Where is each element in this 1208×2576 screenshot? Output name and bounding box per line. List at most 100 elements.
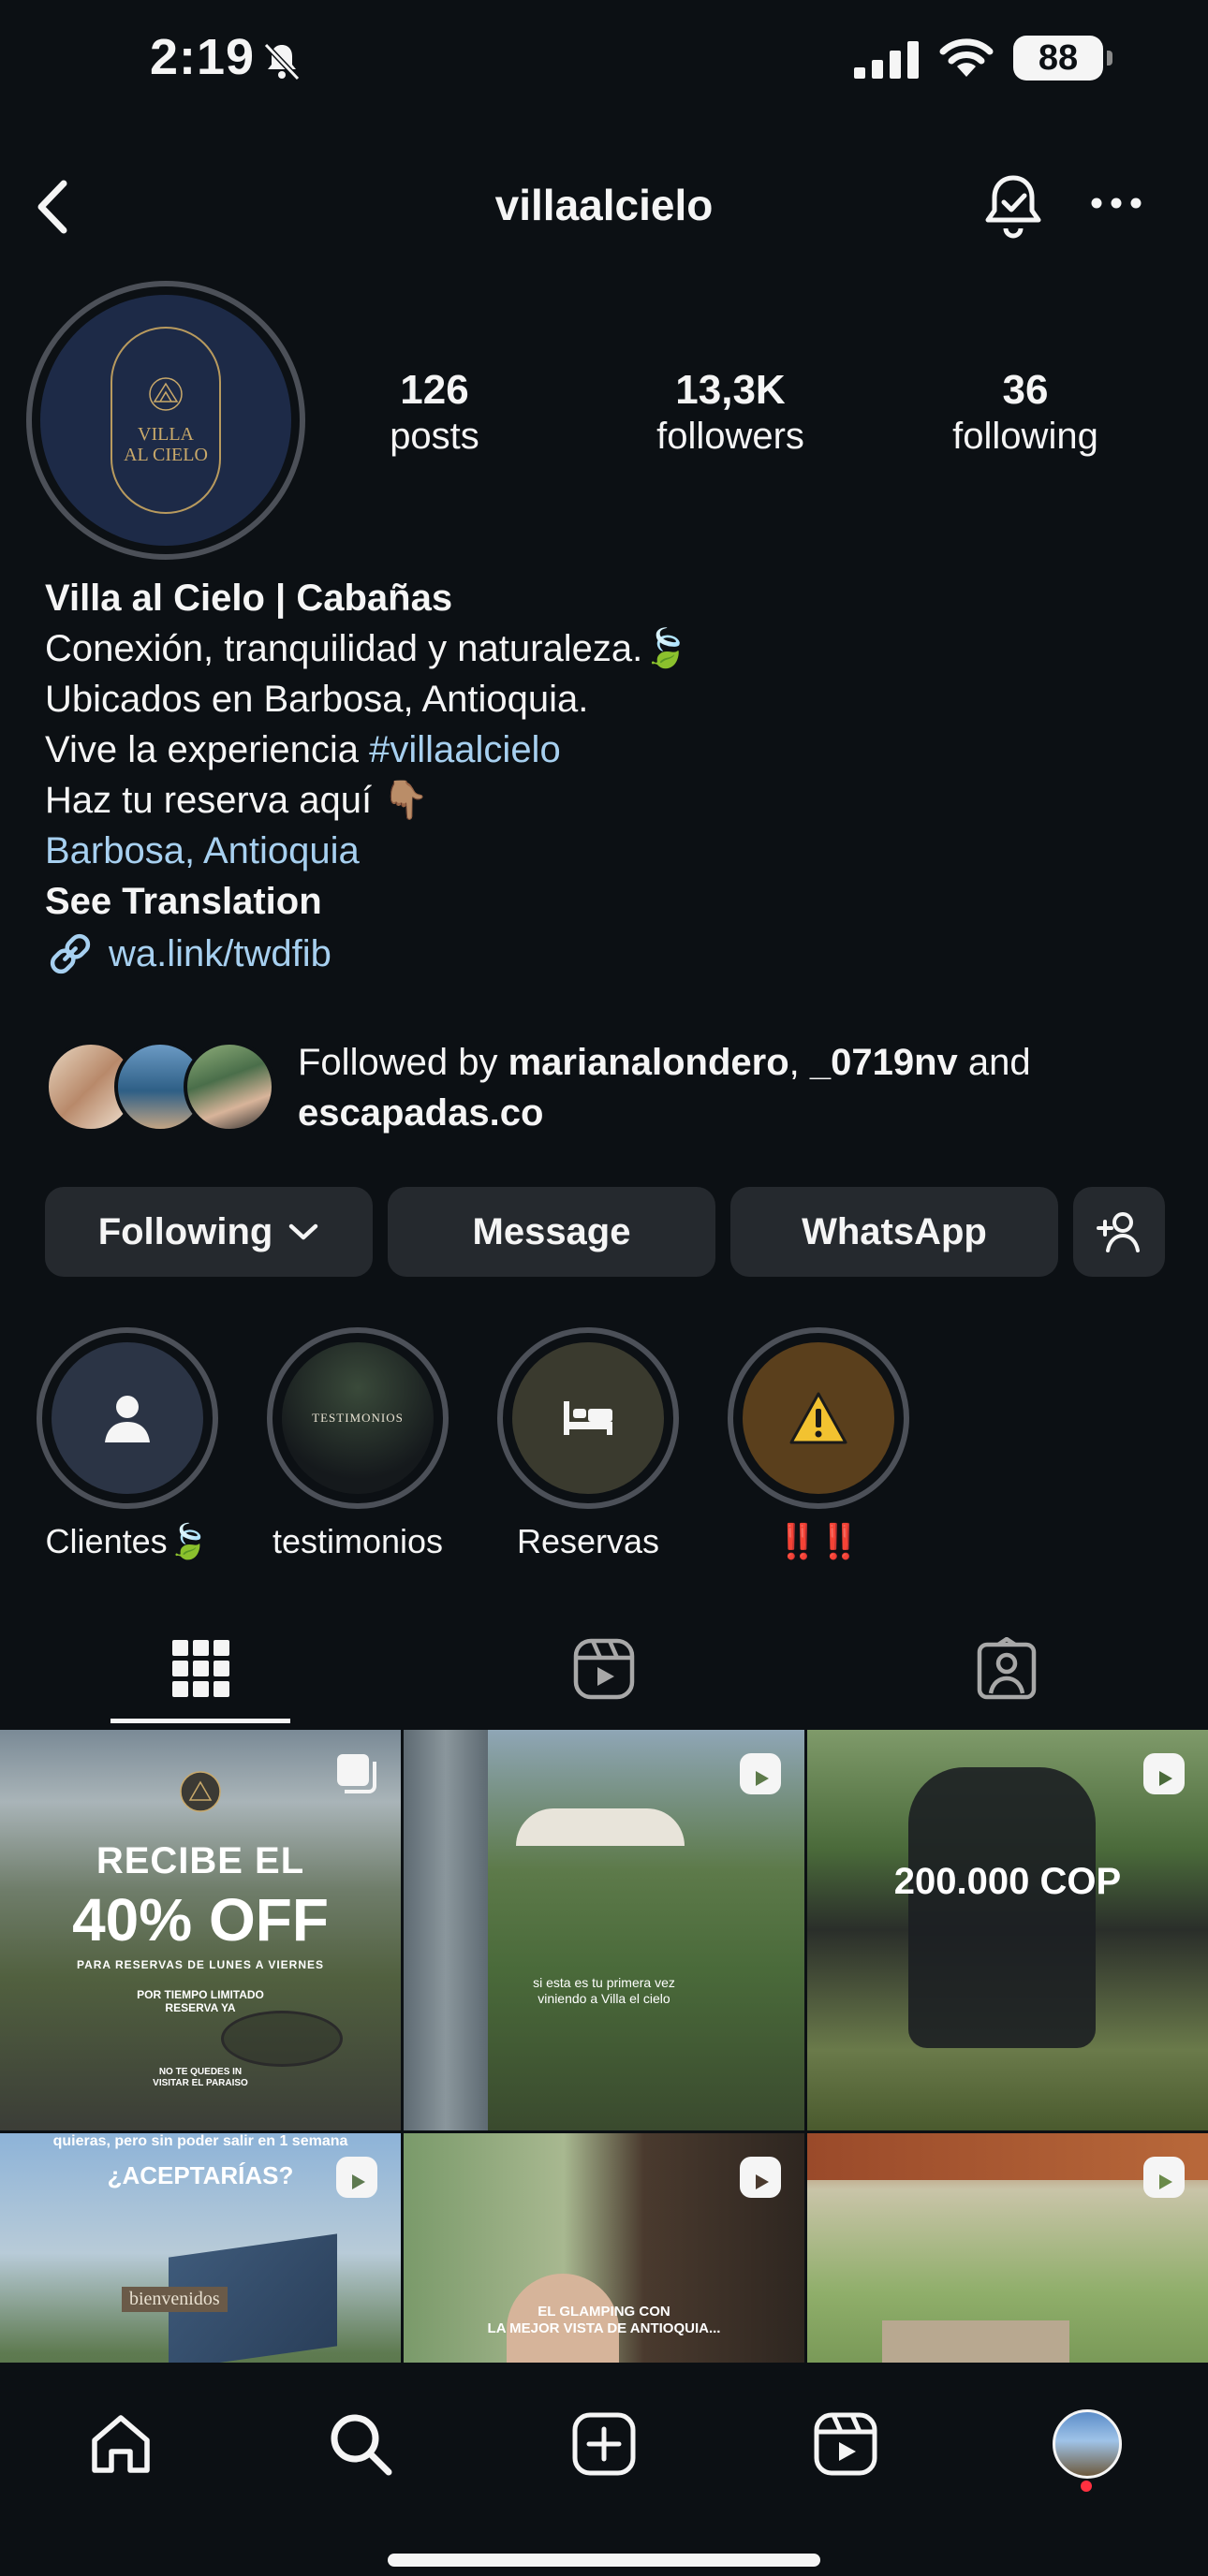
post-caption: EL GLAMPING CON LA MEJOR VISTA DE ANTIOQ… [487,2304,721,2336]
highlight-alert[interactable]: ‼️‼️ [725,1327,912,1561]
whatsapp-button-label: WhatsApp [802,1210,987,1252]
highlight-clientes[interactable]: Clientes🍃 [34,1327,221,1561]
post-thumbnail[interactable]: quieras, pero sin poder salir en 1 seman… [0,2133,401,2363]
notification-dot [1081,2481,1092,2492]
highlight-cover [743,1342,894,1494]
post-subtext: POR TIEMPO LIMITADO RESERVA YA [137,1988,264,2014]
reel-icon [740,1753,781,1794]
highlight-cover [512,1342,664,1494]
mutual-username: escapadas.co [298,1092,544,1134]
highlight-cover: TESTIMONIOS [282,1342,434,1494]
bio-hashtag-link[interactable]: #villaalcielo [369,729,561,770]
message-button[interactable]: Message [388,1187,715,1277]
followed-by-and: and [957,1042,1031,1083]
highlight-ring: TESTIMONIOS [267,1327,449,1509]
post-thumbnail[interactable]: RECIBE EL 40% OFF PARA RESERVAS DE LUNES… [0,1730,401,2130]
tab-tagged[interactable] [805,1612,1208,1726]
highlight-reservas[interactable]: Reservas [494,1327,682,1561]
warning-icon [789,1392,847,1444]
person-icon [105,1396,150,1442]
wifi-icon [939,38,994,77]
highlight-label: testimonios [272,1522,444,1560]
followed-by-separator: , [788,1042,810,1083]
nav-search[interactable] [318,2402,403,2486]
home-icon [92,2415,150,2473]
post-price: 200.000 COP [893,1861,1122,1902]
post-thumbnail[interactable]: 200.000 COP [807,1730,1208,2130]
profile-bio: Villa al Cielo | Cabañas Conexión, tranq… [45,573,1169,979]
highlight-ring [728,1327,909,1509]
following-button[interactable]: Following [45,1187,373,1277]
stat-following-label: following [952,416,1098,457]
bio-line-text: Vive la experiencia [45,729,370,770]
carousel-icon [337,1754,376,1793]
bio-line: Ubicados en Barbosa, Antioquia. [45,679,589,720]
bio-line: Haz tu reserva aquí 👇🏽 [45,780,429,821]
battery-indicator: 88 [1013,36,1112,80]
mutual-username: _0719nv [809,1042,958,1083]
more-options-icon[interactable] [1090,197,1142,210]
story-highlights: Clientes🍃 TESTIMONIOS testimonios Reserv… [0,1327,1208,1571]
mutual-avatar [184,1041,275,1133]
reel-icon [740,2157,781,2198]
followed-by-section[interactable]: Followed by marianalondero, _0719nv and e… [45,1037,1178,1140]
suggested-accounts-button[interactable] [1073,1187,1165,1277]
table-shape [221,2011,343,2067]
reel-icon [1143,2157,1185,2198]
tab-reels[interactable] [403,1612,805,1726]
stat-followers[interactable]: 13,3K followers [618,367,843,458]
umbrella-shape [516,1808,685,1846]
status-bar: 2:19 88 [0,0,1208,122]
profile-avatar-ring[interactable]: VILLA AL CIELO [26,281,305,560]
avatar-logo-text: VILLA AL CIELO [124,424,208,465]
profile-action-buttons: Following Message WhatsApp [45,1187,1165,1277]
mutual-avatars [45,1041,279,1134]
bio-location-link[interactable]: Barbosa, Antioquia [45,826,1169,876]
post-thumbnail[interactable]: si esta es tu primera vez viniendo a Vil… [404,1730,804,2130]
bed-icon [564,1401,612,1435]
bottom-navigation [0,2363,1208,2576]
logo-mountain-icon [149,377,183,411]
followed-by-prefix: Followed by [298,1042,508,1083]
whatsapp-button[interactable]: WhatsApp [730,1187,1058,1277]
posts-grid: RECIBE EL 40% OFF PARA RESERVAS DE LUNES… [0,1730,1208,2363]
profile-avatar: VILLA AL CIELO [40,295,291,546]
post-top-text: quieras, pero sin poder salir en 1 seman… [52,2133,348,2149]
notifications-bell-icon[interactable] [981,172,1045,240]
home-indicator[interactable] [388,2554,820,2567]
post-subtext: NO TE QUEDES IN VISITAR EL PARAISO [153,2067,248,2088]
highlight-testimonios[interactable]: TESTIMONIOS testimonios [264,1327,451,1561]
stat-followers-value: 13,3K [675,367,786,413]
highlight-cover [52,1342,203,1494]
see-translation-button[interactable]: See Translation [45,876,1169,927]
post-caption: si esta es tu primera vez viniendo a Vil… [533,1975,675,2006]
post-thumbnail[interactable] [807,2133,1208,2363]
message-button-label: Message [472,1210,631,1252]
followed-by-text: Followed by marianalondero, _0719nv and e… [298,1037,1159,1138]
reels-icon [814,2412,877,2476]
bio-external-link[interactable]: wa.link/twdfib [45,929,1169,979]
stat-following-value: 36 [1002,367,1049,413]
bio-line: Vive la experiencia #villaalcielo [45,724,1169,775]
nav-create[interactable] [562,2402,646,2486]
stat-following[interactable]: 36 following [918,367,1133,458]
highlight-label: Clientes🍃 [45,1522,210,1560]
profile-header: villaalcielo [0,159,1208,253]
post-logo-icon [180,1771,221,1812]
nav-home[interactable] [79,2402,163,2486]
profile-content-tabs [0,1612,1208,1726]
nav-profile-avatar [1053,2409,1122,2479]
welcome-sign: bienvenidos [122,2287,228,2312]
stat-followers-label: followers [656,416,804,457]
highlight-ring [497,1327,679,1509]
nav-profile[interactable] [1045,2402,1129,2486]
tab-grid[interactable] [0,1612,403,1726]
bio-link-text: wa.link/twdfib [109,933,331,974]
cellular-signal-icon [854,41,919,79]
stat-posts[interactable]: 126 posts [350,367,519,458]
bell-mute-icon [263,42,301,81]
grid-icon [172,1640,229,1697]
nav-reels[interactable] [803,2402,888,2486]
post-thumbnail[interactable]: EL GLAMPING CON LA MEJOR VISTA DE ANTIOQ… [404,2133,804,2363]
stat-posts-value: 126 [400,367,469,413]
